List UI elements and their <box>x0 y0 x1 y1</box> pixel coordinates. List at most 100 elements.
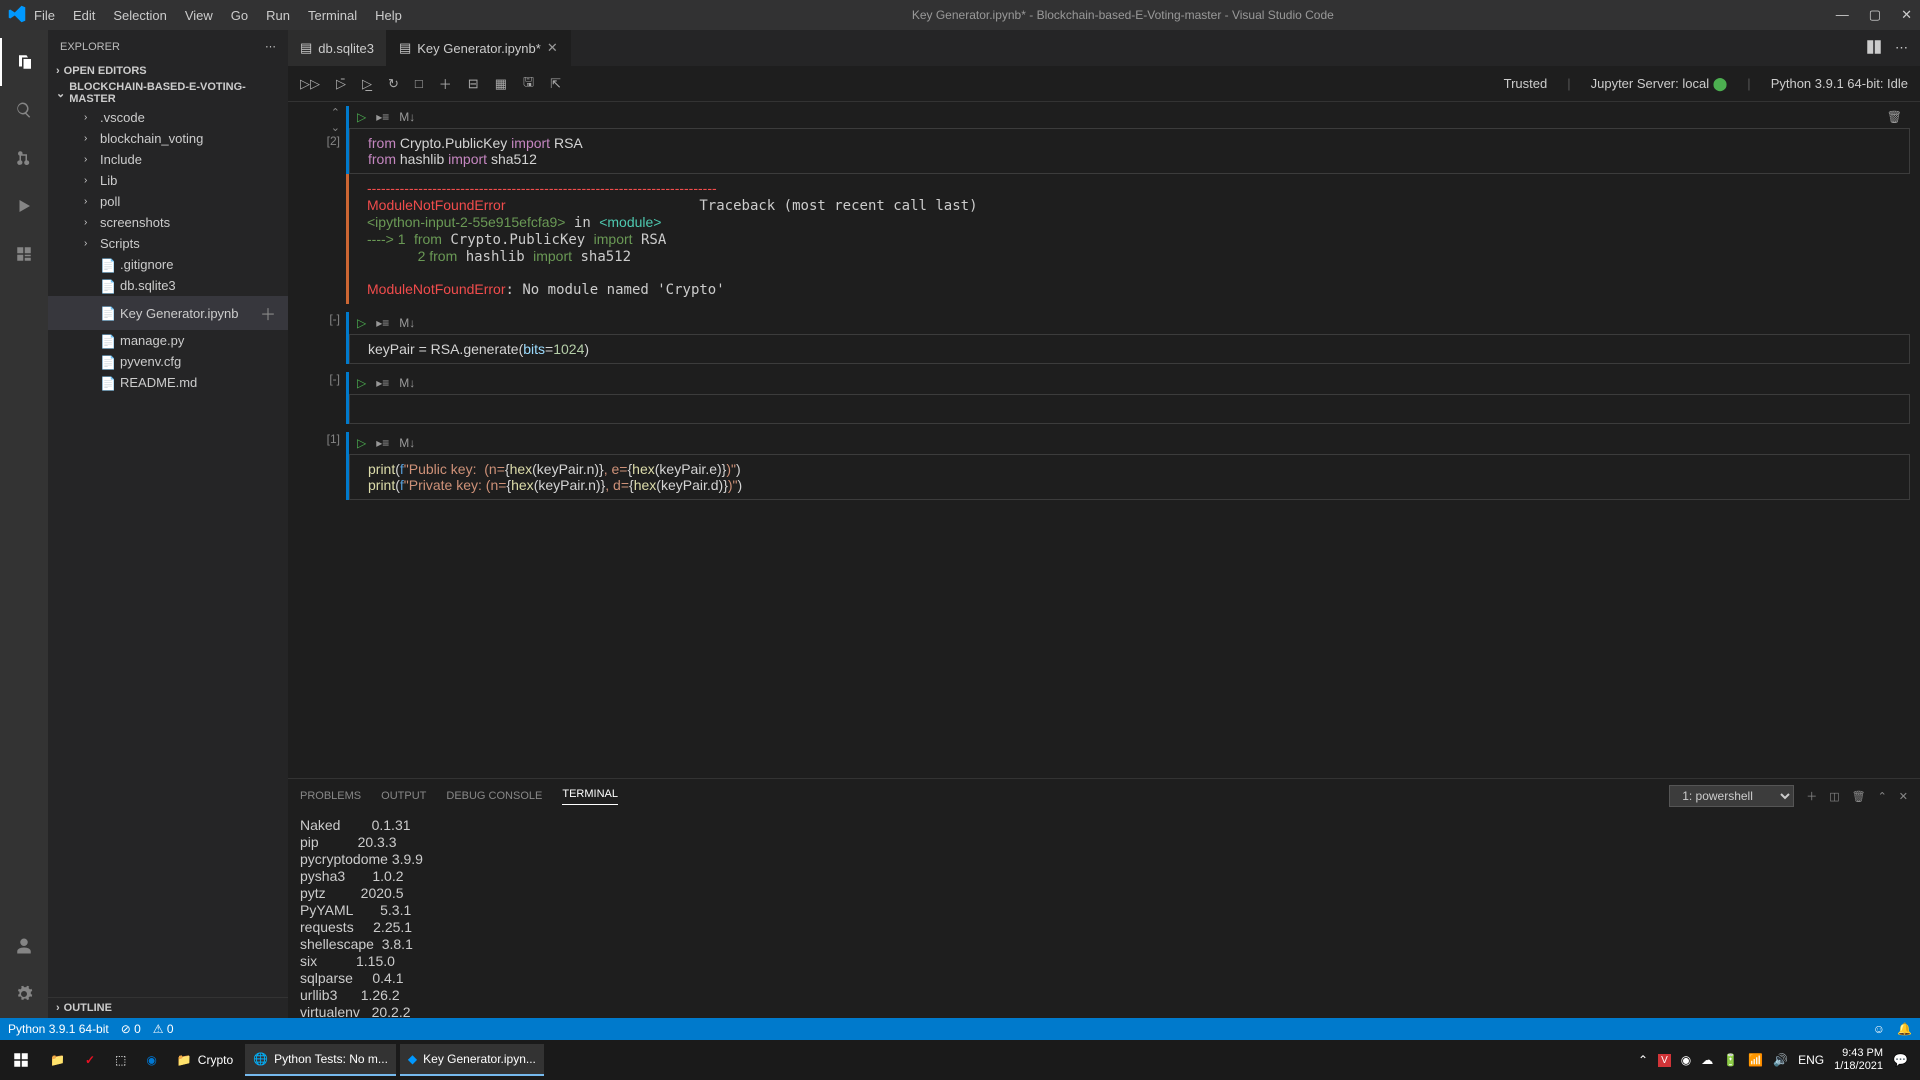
kernel-status[interactable]: Python 3.9.1 64-bit: Idle <box>1771 76 1908 91</box>
python-version[interactable]: Python 3.9.1 64-bit <box>8 1022 109 1036</box>
taskbar-explorer[interactable]: 📁 <box>42 1044 73 1076</box>
panel-tab-problems[interactable]: PROBLEMS <box>300 790 361 802</box>
file-item[interactable]: 📄README.md <box>48 372 288 393</box>
taskbar-app1[interactable]: ✓ <box>77 1044 103 1076</box>
outline-section[interactable]: ›OUTLINE <box>48 997 288 1018</box>
panel-tab-terminal[interactable]: TERMINAL <box>562 788 618 805</box>
extensions-icon[interactable] <box>0 230 48 278</box>
close-icon[interactable]: ✕ <box>1901 7 1912 23</box>
tray-language[interactable]: ENG <box>1798 1053 1824 1067</box>
run-cell-icon[interactable]: ▷ <box>357 110 366 124</box>
code-editor[interactable]: from Crypto.PublicKey import RSA from ha… <box>349 128 1910 174</box>
open-editors-section[interactable]: ›OPEN EDITORS <box>48 63 288 79</box>
file-item[interactable]: 📄db.sqlite3 <box>48 275 288 296</box>
menu-run[interactable]: Run <box>258 4 298 27</box>
project-root[interactable]: ⌄BLOCKCHAIN-BASED-E-VOTING-MASTER <box>48 79 288 107</box>
folder-item[interactable]: › blockchain_voting <box>48 128 288 149</box>
run-debug-icon[interactable] <box>0 182 48 230</box>
kill-terminal-icon[interactable]: 🗑 <box>1852 790 1866 803</box>
run-all-icon[interactable]: ▷▷ <box>300 76 320 92</box>
taskbar-vscode[interactable]: ◆Key Generator.ipyn... <box>400 1044 544 1076</box>
taskbar-folder-crypto[interactable]: 📁Crypto <box>169 1044 241 1076</box>
file-item[interactable]: 📄.gitignore <box>48 254 288 275</box>
run-line-icon[interactable]: ▸≡ <box>376 316 389 330</box>
menu-selection[interactable]: Selection <box>105 4 174 27</box>
run-cell-icon[interactable]: ▷ <box>357 316 366 330</box>
trusted-label[interactable]: Trusted <box>1504 76 1548 91</box>
code-cell-3[interactable]: ▷ ▸≡ M↓ <box>346 372 1910 424</box>
explorer-icon[interactable] <box>0 38 48 86</box>
folder-item[interactable]: › Include <box>48 149 288 170</box>
restart-icon[interactable]: ↻ <box>388 76 399 92</box>
editor-more-icon[interactable]: ⋯ <box>1895 40 1908 56</box>
run-line-icon[interactable]: ▸≡ <box>376 376 389 390</box>
folder-item[interactable]: › poll <box>48 191 288 212</box>
search-icon[interactable] <box>0 86 48 134</box>
menu-file[interactable]: File <box>26 4 63 27</box>
move-up-icon[interactable]: ⌃ <box>331 106 340 119</box>
notifications-icon[interactable]: 🔔 <box>1897 1022 1912 1036</box>
panel-tab-debug[interactable]: DEBUG CONSOLE <box>446 790 542 802</box>
folder-item[interactable]: › Scripts <box>48 233 288 254</box>
delete-cell-icon[interactable]: 🗑 <box>1887 110 1902 124</box>
move-down-icon[interactable]: ⌄ <box>331 121 340 134</box>
tray-chevron-icon[interactable]: ⌃ <box>1638 1053 1648 1067</box>
markdown-toggle[interactable]: M↓ <box>399 376 415 390</box>
tray-cloud-icon[interactable]: ☁ <box>1701 1053 1713 1067</box>
new-terminal-icon[interactable]: ＋ <box>1806 788 1817 804</box>
menu-view[interactable]: View <box>177 4 221 27</box>
tray-battery-icon[interactable]: 🔋 <box>1723 1053 1738 1067</box>
taskbar-edge[interactable]: ◉ <box>138 1044 164 1076</box>
tray-wifi-icon[interactable]: 📶 <box>1748 1053 1763 1067</box>
clear-outputs-icon[interactable]: ⊟ <box>468 76 479 92</box>
run-cell-icon[interactable]: ▷ <box>357 436 366 450</box>
source-control-icon[interactable] <box>0 134 48 182</box>
settings-gear-icon[interactable] <box>0 970 48 1018</box>
tray-app-icon[interactable]: V <box>1658 1054 1671 1067</box>
markdown-toggle[interactable]: M↓ <box>399 110 415 124</box>
run-below-icon[interactable]: ▷̲ <box>362 76 372 92</box>
feedback-icon[interactable]: ☺ <box>1873 1022 1885 1036</box>
code-editor[interactable]: print(f"Public key: (n={hex(keyPair.n)},… <box>349 454 1910 500</box>
save-icon[interactable]: 🖫 <box>523 73 534 95</box>
add-cell-inline-icon[interactable]: ＋ <box>256 299 280 327</box>
account-icon[interactable] <box>0 922 48 970</box>
folder-item[interactable]: › screenshots <box>48 212 288 233</box>
tray-volume-icon[interactable]: 🔊 <box>1773 1053 1788 1067</box>
taskbar-clock[interactable]: 9:43 PM 1/18/2021 <box>1834 1047 1883 1073</box>
minimize-icon[interactable]: — <box>1836 7 1849 23</box>
tab-db[interactable]: ▤ db.sqlite3 <box>288 30 387 66</box>
menu-go[interactable]: Go <box>223 4 256 27</box>
tab-keygen[interactable]: ▤ Key Generator.ipynb* ✕ <box>387 30 571 66</box>
markdown-toggle[interactable]: M↓ <box>399 436 415 450</box>
taskbar-app2[interactable]: ⬚ <box>107 1044 134 1076</box>
panel-tab-output[interactable]: OUTPUT <box>381 790 426 802</box>
split-editor-icon[interactable] <box>1865 38 1883 59</box>
export-icon[interactable]: ⇱ <box>550 76 561 92</box>
code-cell-4[interactable]: ▷ ▸≡ M↓ print(f"Public key: (n={hex(keyP… <box>346 432 1910 500</box>
tray-notifications-icon[interactable]: 💬 <box>1893 1053 1908 1067</box>
code-cell-2[interactable]: ▷ ▸≡ M↓ keyPair = RSA.generate(bits=1024… <box>346 312 1910 364</box>
maximize-icon[interactable]: ▢ <box>1869 7 1881 23</box>
explorer-more-icon[interactable]: ⋯ <box>265 40 276 53</box>
add-cell-icon[interactable]: ＋ <box>439 74 452 93</box>
run-line-icon[interactable]: ▸≡ <box>376 436 389 450</box>
start-button[interactable] <box>4 1044 38 1076</box>
run-above-icon[interactable]: ▷̄ <box>336 76 346 92</box>
markdown-toggle[interactable]: M↓ <box>399 316 415 330</box>
menu-edit[interactable]: Edit <box>65 4 103 27</box>
terminal[interactable]: Naked 0.1.31 pip 20.3.3 pycryptodome 3.9… <box>288 813 1920 1018</box>
file-item[interactable]: 📄pyvenv.cfg <box>48 351 288 372</box>
jupyter-server[interactable]: Jupyter Server: local ⬤ <box>1591 76 1728 92</box>
folder-item[interactable]: › Lib <box>48 170 288 191</box>
code-cell-1[interactable]: ▷ ▸≡ M↓ 🗑 from Crypto.PublicKey import R… <box>346 106 1910 304</box>
taskbar-chrome[interactable]: 🌐Python Tests: No m... <box>245 1044 396 1076</box>
file-item[interactable]: 📄Key Generator.ipynb＋ <box>48 296 288 330</box>
tray-steam-icon[interactable]: ◉ <box>1681 1053 1691 1067</box>
tab-close-icon[interactable]: ✕ <box>547 40 558 56</box>
file-item[interactable]: 📄manage.py <box>48 330 288 351</box>
split-terminal-icon[interactable]: ◫ <box>1829 790 1839 803</box>
interrupt-icon[interactable]: □ <box>415 76 423 91</box>
status-errors[interactable]: ⊘ 0 <box>121 1022 141 1036</box>
status-warnings[interactable]: ⚠ 0 <box>153 1022 174 1036</box>
